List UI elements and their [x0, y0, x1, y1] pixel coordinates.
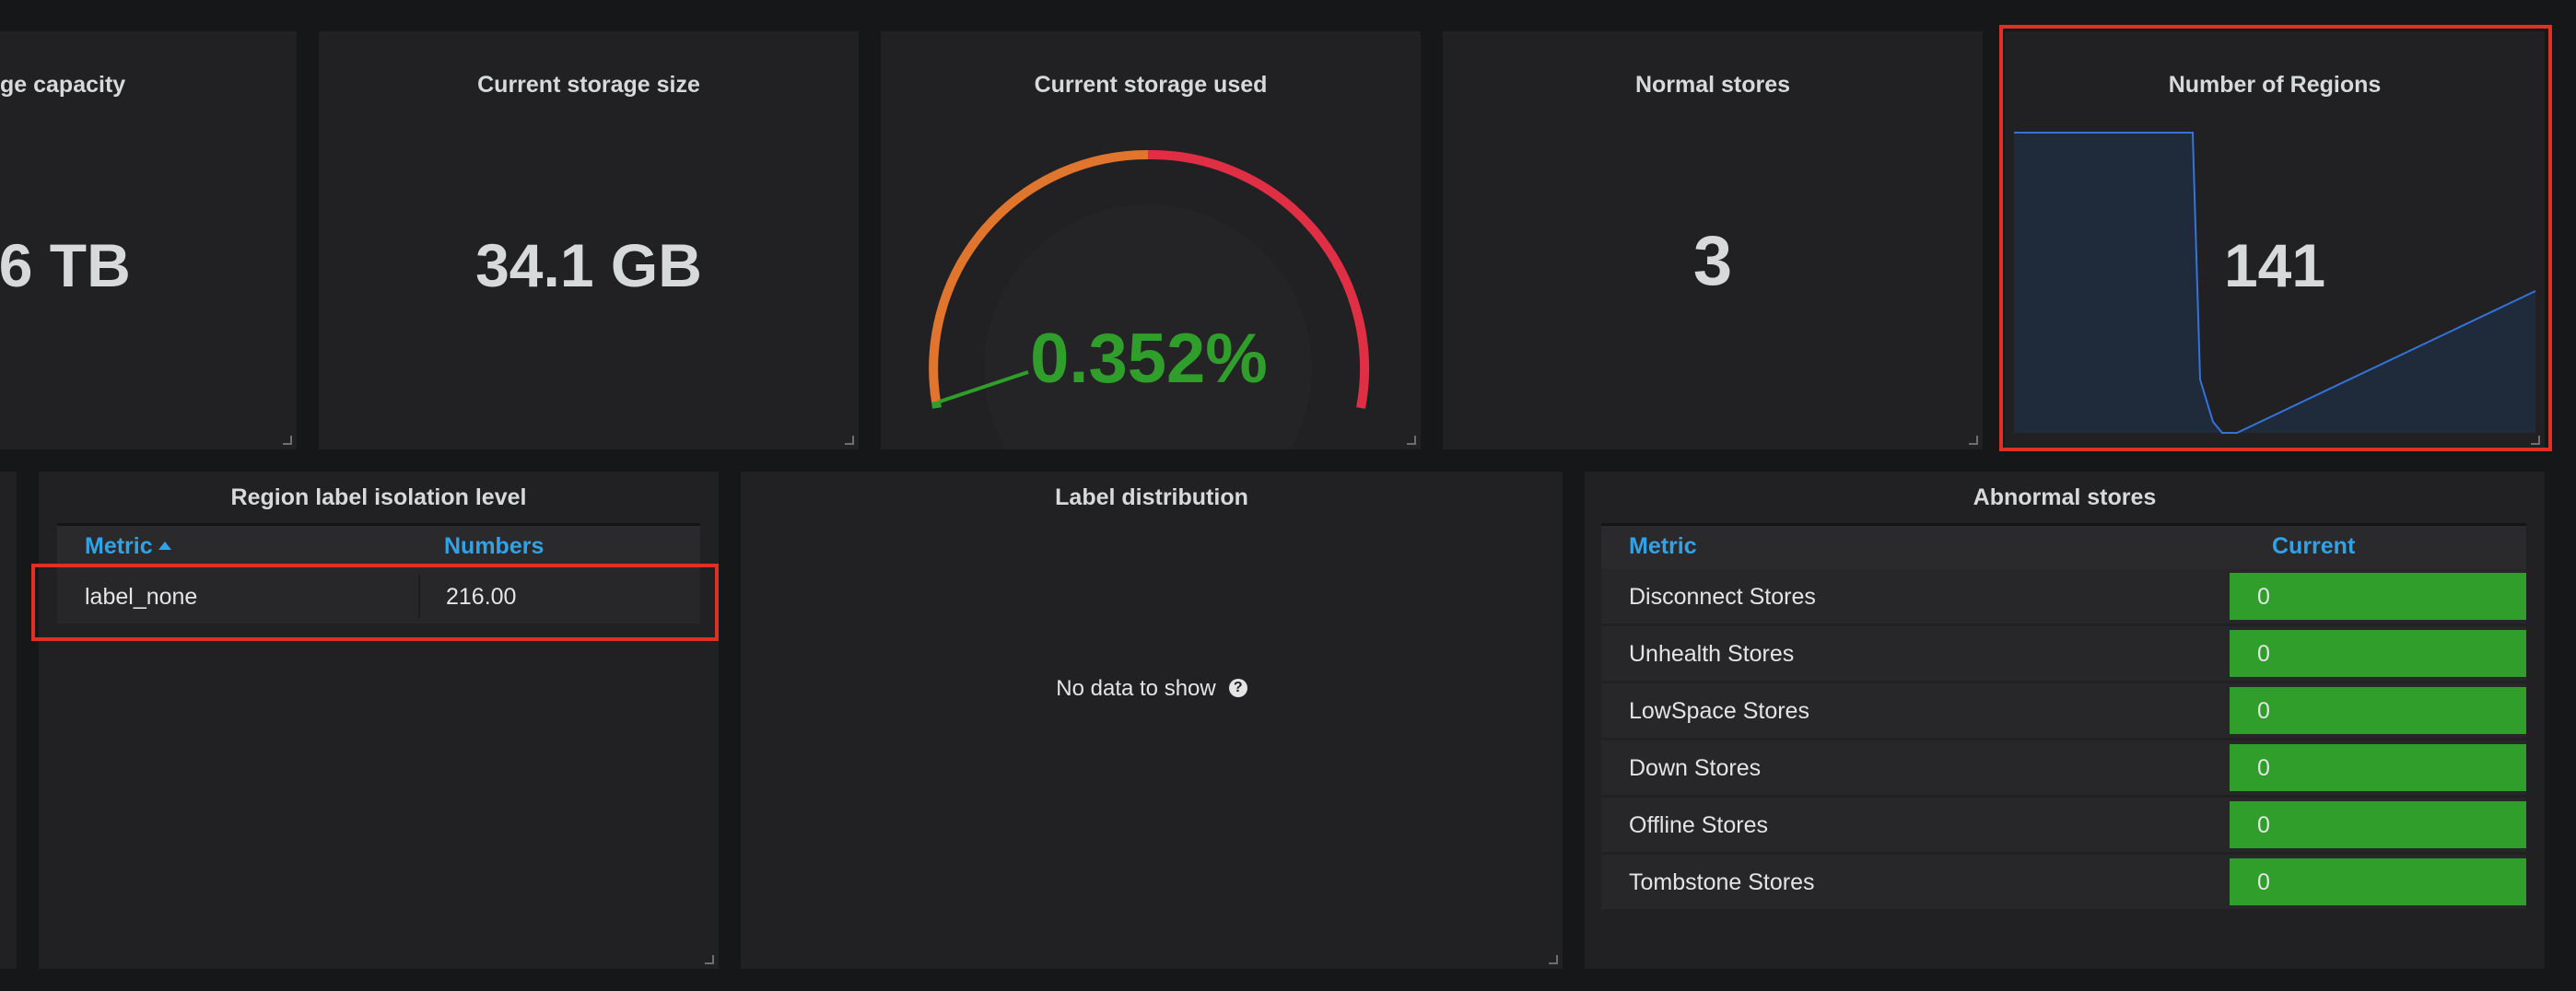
value-cell: 0	[2257, 755, 2270, 781]
column-header-current[interactable]: Current	[2272, 533, 2355, 560]
status-cell-ok	[2230, 858, 2526, 905]
cell-divider	[418, 575, 420, 618]
resize-handle[interactable]	[1407, 436, 1416, 445]
normal-stores-panel: Normal stores 3	[1443, 31, 1983, 449]
table-row: LowSpace Stores 0	[1601, 683, 2526, 738]
table-row: Unhealth Stores 0	[1601, 626, 2526, 681]
metric-cell: LowSpace Stores	[1629, 698, 1809, 724]
storage-capacity-panel: ge capacity 66 TB	[0, 31, 297, 449]
panel-title: Label distribution	[1055, 484, 1248, 510]
value-cell: 0	[2257, 698, 2270, 724]
storage-used-value: 0.352%	[1030, 320, 1268, 398]
no-data-message: No data to show?	[741, 676, 1563, 702]
panel-title: Region label isolation level	[230, 484, 527, 510]
column-header-numbers[interactable]: Numbers	[444, 533, 544, 560]
gauge-arc-low	[931, 401, 942, 409]
panel-title: Current storage size	[477, 72, 700, 98]
table-header: Metric Current	[1601, 523, 2526, 569]
normal-stores-value: 3	[1692, 222, 1733, 300]
metric-cell: Tombstone Stores	[1629, 869, 1815, 895]
resize-handle[interactable]	[1549, 955, 1558, 964]
value-cell: 0	[2257, 641, 2270, 667]
resize-handle[interactable]	[2531, 436, 2540, 445]
question-circle-icon[interactable]: ?	[1228, 678, 1247, 697]
metric-cell: Down Stores	[1629, 755, 1762, 781]
metric-cell: Offline Stores	[1629, 812, 1769, 838]
table-header: Metric Numbers	[57, 523, 700, 569]
table-row: Down Stores 0	[1601, 740, 2526, 795]
no-data-text: No data to show	[1056, 676, 1216, 701]
storage-size-value: 34.1 GB	[475, 231, 702, 299]
table-row: Disconnect Stores 0	[1601, 569, 2526, 624]
storage-capacity-value: 66 TB	[0, 231, 131, 299]
sort-asc-icon	[158, 541, 171, 550]
resize-handle[interactable]	[845, 436, 854, 445]
label-distribution-panel: Label distribution No data to show?	[741, 472, 1563, 969]
value-cell: 0	[2257, 812, 2270, 838]
value-cell: 0	[2257, 869, 2270, 895]
resize-handle[interactable]	[705, 955, 714, 964]
value-cell: 216.00	[446, 584, 517, 610]
abnormal-stores-panel: Abnormal stores Metric Current Disconnec…	[1585, 472, 2545, 969]
status-cell-ok	[2230, 573, 2526, 620]
metric-cell: Disconnect Stores	[1629, 584, 1816, 610]
isolation-panel: Region label isolation level Metric Numb…	[39, 472, 719, 969]
regions-value: 141	[2223, 231, 2326, 299]
status-cell-ok	[2230, 744, 2526, 791]
resize-handle[interactable]	[1969, 436, 1978, 445]
regions-panel: Number of Regions 141	[2005, 31, 2545, 449]
storage-size-panel: Current storage size 34.1 GB	[319, 31, 859, 449]
table-row: Tombstone Stores 0	[1601, 855, 2526, 909]
value-cell: 0	[2257, 584, 2270, 610]
status-cell-ok	[2230, 687, 2526, 734]
metric-cell: label_none	[85, 584, 198, 610]
panel-title: Number of Regions	[2168, 72, 2382, 98]
left-edge-panel	[0, 472, 17, 969]
status-cell-ok	[2230, 801, 2526, 848]
column-header-metric[interactable]: Metric	[1629, 533, 1697, 560]
status-cell-ok	[2230, 630, 2526, 677]
panel-title: ge capacity	[0, 72, 126, 98]
panel-title: Abnormal stores	[1973, 484, 2157, 510]
resize-handle[interactable]	[283, 436, 292, 445]
table-row: label_none 216.00	[57, 569, 700, 624]
storage-used-panel: Current storage used 0.352%	[881, 31, 1421, 449]
column-header-metric[interactable]: Metric	[85, 533, 171, 560]
metric-cell: Unhealth Stores	[1629, 641, 1795, 667]
panel-title: Normal stores	[1634, 72, 1791, 98]
table-row: Offline Stores 0	[1601, 798, 2526, 852]
